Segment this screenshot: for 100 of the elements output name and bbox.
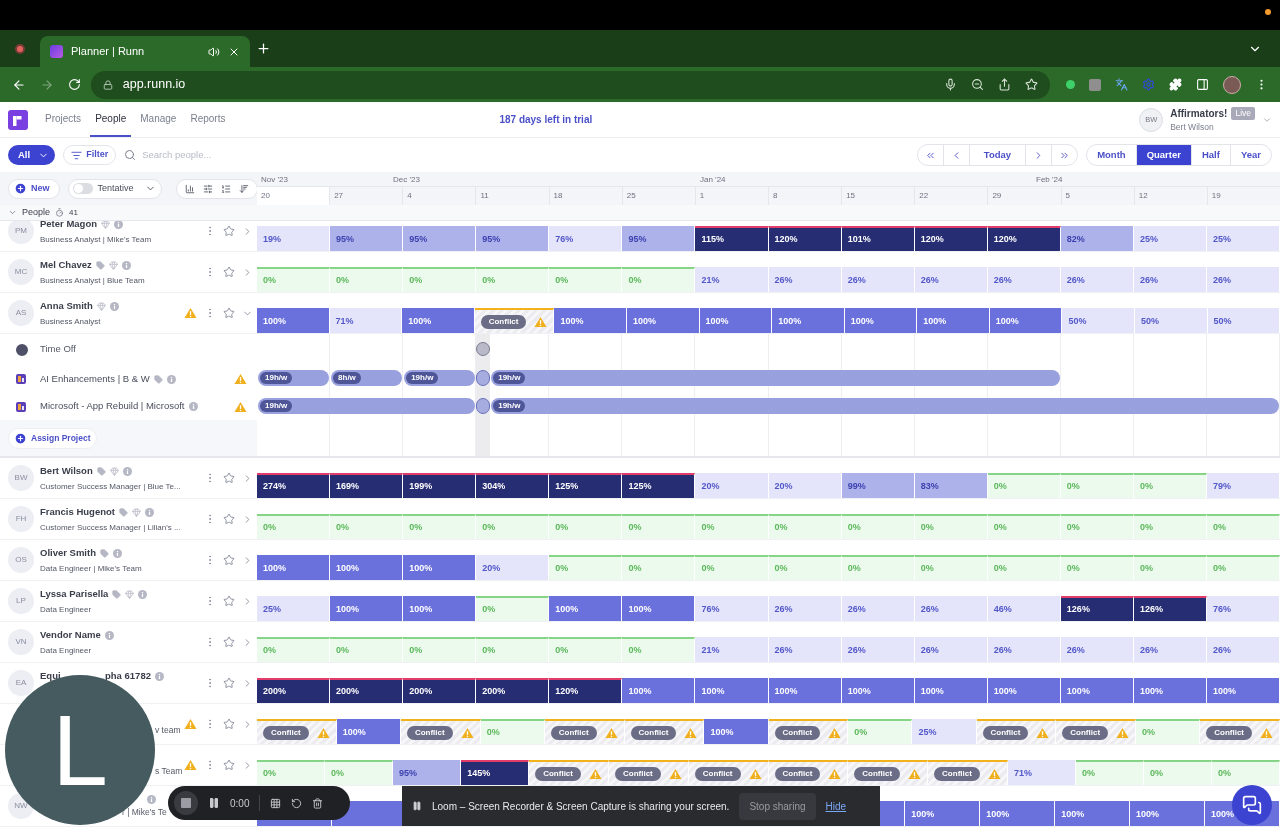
allocation-cell: 95% bbox=[330, 226, 404, 251]
person-role: Customer Success Manager | Lilian's ... bbox=[40, 521, 181, 533]
person-role: Business Analyst | Blue Team bbox=[40, 274, 145, 286]
allocation-cell: 26% bbox=[914, 637, 988, 662]
conflict-badge: Conflict bbox=[263, 725, 309, 740]
month-label: Dec '23 bbox=[393, 174, 420, 186]
project-name: Microsoft - App Rebuild | Microsoft bbox=[40, 399, 185, 414]
allocation-cell: 50% bbox=[1062, 308, 1135, 333]
month-label: Nov '23 bbox=[261, 174, 288, 186]
allocation-cell: 50% bbox=[1207, 308, 1280, 333]
allocation-cell: 0% bbox=[549, 637, 623, 662]
avatar: BW bbox=[8, 465, 34, 491]
person-name: Bert Wilson bbox=[40, 464, 93, 479]
avatar: PM bbox=[8, 221, 34, 244]
allocation-cell: 120% bbox=[914, 226, 988, 251]
allocation-cell: 100% bbox=[257, 308, 330, 333]
allocation-cell: 25% bbox=[1207, 226, 1280, 251]
allocation-cell: 0% bbox=[987, 514, 1061, 539]
allocation-cell: 26% bbox=[841, 637, 915, 662]
allocation-cell: 95% bbox=[393, 760, 462, 785]
allocation-cell: 26% bbox=[1060, 267, 1134, 292]
hours-badge: 19h/w bbox=[493, 372, 526, 384]
person-name: Vendor Name bbox=[40, 628, 101, 643]
allocation-cell: 0% bbox=[403, 514, 477, 539]
allocation-cell: 25% bbox=[1133, 226, 1207, 251]
allocation-cell: 99% bbox=[841, 473, 915, 498]
allocation-cell: 0% bbox=[622, 514, 696, 539]
allocation-cell: 0% bbox=[695, 514, 769, 539]
conflict-badge: Conflict bbox=[630, 725, 677, 740]
allocation-cell: 76% bbox=[549, 226, 623, 251]
allocation-cell: 26% bbox=[768, 637, 842, 662]
allocation-cell: 19% bbox=[257, 226, 331, 251]
conflict-badge: Conflict bbox=[694, 766, 741, 781]
allocation-cell: 0% bbox=[987, 555, 1061, 580]
allocation-cell: 100% bbox=[1133, 678, 1207, 703]
allocation-cell: 100% bbox=[257, 555, 331, 580]
conflict-badge: Conflict bbox=[535, 766, 581, 781]
allocation-cell: 0% bbox=[476, 637, 550, 662]
person-name: Mel Chavez bbox=[40, 258, 92, 273]
allocation-cell: 82% bbox=[1060, 226, 1134, 251]
hours-badge: 19h/w bbox=[493, 400, 526, 412]
allocation-cell: 100% bbox=[330, 596, 404, 621]
allocation-cell: 0% bbox=[476, 267, 550, 292]
allocation-cell: 0% bbox=[549, 555, 623, 580]
allocation-cell: 0% bbox=[622, 267, 696, 292]
allocation-cell: 0% bbox=[330, 637, 404, 662]
allocation-cell: 0% bbox=[325, 760, 394, 785]
allocation-cell: 71% bbox=[1007, 760, 1076, 785]
allocation-cell: 125% bbox=[622, 473, 696, 498]
group-count: 41 bbox=[69, 206, 78, 219]
conflict-badge: Conflict bbox=[406, 725, 453, 740]
allocation-cell: 20% bbox=[695, 473, 769, 498]
allocation-cell: 0% bbox=[914, 514, 988, 539]
allocation-cell: 100% bbox=[768, 678, 842, 703]
group-label: People bbox=[22, 205, 51, 219]
trial-notice: 187 days left in trial bbox=[499, 113, 593, 127]
allocation-cell: 26% bbox=[1133, 637, 1207, 662]
url-text: app.runn.io bbox=[122, 76, 186, 94]
person-role: Business Analyst bbox=[40, 315, 101, 327]
allocation-cell: 100% bbox=[917, 308, 990, 333]
conflict-badge: Conflict bbox=[854, 766, 901, 781]
allocation-cell: 100% bbox=[549, 596, 623, 621]
allocation-cell: 46% bbox=[987, 596, 1061, 621]
allocation-cell: 26% bbox=[841, 267, 915, 292]
allocation-cell: 0% bbox=[549, 514, 623, 539]
conflict-badge: Conflict bbox=[982, 725, 1029, 740]
allocation-cell: 0% bbox=[841, 514, 915, 539]
person-name: Oliver Smith bbox=[40, 546, 96, 561]
allocation-cell: 0% bbox=[1075, 760, 1144, 785]
allocation-cell: 100% bbox=[987, 678, 1061, 703]
allocation-cell: 26% bbox=[768, 267, 842, 292]
user-name: Bert Wilson bbox=[1170, 120, 1215, 134]
conflict-badge: Conflict bbox=[934, 766, 980, 781]
allocation-cell: 100% bbox=[1207, 678, 1280, 703]
allocation-cell: 79% bbox=[1207, 473, 1280, 498]
allocation-cell: 125% bbox=[549, 473, 623, 498]
allocation-cell: 0% bbox=[768, 514, 842, 539]
allocation-cell: 71% bbox=[329, 308, 403, 333]
person-role: Business Analyst | Mike's Team bbox=[40, 233, 152, 245]
allocation-cell: 100% bbox=[402, 308, 475, 333]
allocation-cell: 0% bbox=[914, 555, 988, 580]
allocation-cell: 200% bbox=[330, 678, 404, 703]
allocation-cell: 25% bbox=[257, 596, 331, 621]
allocation-cell: 100% bbox=[622, 678, 696, 703]
allocation-cell: 100% bbox=[695, 678, 769, 703]
recording-timer: 0:00 bbox=[230, 796, 250, 811]
allocation-cell: 100% bbox=[403, 555, 477, 580]
allocation-cell: 0% bbox=[1207, 555, 1280, 580]
allocation-cell: 100% bbox=[336, 719, 401, 744]
allocation-cell: 0% bbox=[841, 555, 915, 580]
allocation-cell: 120% bbox=[987, 226, 1061, 251]
allocation-cell: 0% bbox=[1133, 514, 1207, 539]
avatar: OS bbox=[8, 547, 34, 573]
allocation-cell: 26% bbox=[1207, 637, 1280, 662]
allocation-cell: 100% bbox=[772, 308, 845, 333]
allocation-cell: 100% bbox=[699, 308, 773, 333]
allocation-cell: 100% bbox=[622, 596, 696, 621]
allocation-cell: 0% bbox=[257, 637, 331, 662]
allocation-cell: 20% bbox=[476, 555, 550, 580]
allocation-cell: 100% bbox=[704, 719, 769, 744]
